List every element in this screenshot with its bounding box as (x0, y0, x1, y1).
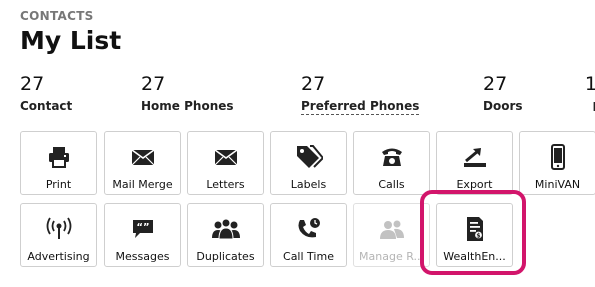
stat-label: Home Phones (141, 99, 234, 113)
duplicates-button[interactable]: Duplicates (187, 203, 264, 267)
stat-value: 27 (141, 73, 166, 95)
stat-partial-value: 1 (584, 73, 595, 95)
people-group-icon (211, 216, 241, 242)
highlight-annotation (420, 190, 526, 275)
stat-preferred-phones[interactable]: 27 Preferred Phones (301, 73, 420, 115)
chat-bubble-icon: “” (131, 216, 155, 242)
button-label: Call Time (283, 250, 334, 263)
tags-icon (295, 144, 323, 170)
button-label: Manage R... (359, 250, 424, 263)
export-button[interactable]: Export (436, 131, 513, 195)
labels-button[interactable]: Labels (270, 131, 347, 195)
printer-icon (47, 144, 71, 170)
button-label: Print (45, 178, 72, 191)
advertising-button[interactable]: Advertising (20, 203, 97, 267)
export-icon (462, 144, 488, 170)
envelope-icon (214, 144, 238, 170)
manage-r-button: Manage R... (353, 203, 430, 267)
mobile-phone-icon (550, 144, 566, 170)
stat-contact: 27 Contact (20, 73, 72, 113)
stat-home-phones: 27 Home Phones (141, 73, 234, 113)
stat-value: 27 (20, 73, 45, 95)
svg-text:“”: “” (136, 222, 149, 233)
stat-label: Doors (483, 99, 523, 113)
stat-value: 27 (301, 73, 326, 95)
envelope-icon (131, 144, 155, 170)
page-title: My List (20, 26, 122, 55)
button-label: Messages (115, 250, 170, 263)
phone-clock-icon (296, 216, 322, 242)
users-icon (378, 216, 406, 242)
mail-merge-button[interactable]: Mail Merge (104, 131, 181, 195)
broadcast-icon (46, 216, 72, 242)
button-label: Mail Merge (112, 178, 173, 191)
stat-value: 27 (483, 73, 508, 95)
telephone-icon (380, 144, 404, 170)
print-button[interactable]: Print (20, 131, 97, 195)
button-label: Duplicates (196, 250, 255, 263)
button-label: MiniVAN (534, 178, 581, 191)
call-time-button[interactable]: Call Time (270, 203, 347, 267)
stat-label: Contact (20, 99, 73, 113)
stat-label-tooltip[interactable]: Preferred Phones (301, 99, 420, 115)
letters-button[interactable]: Letters (187, 131, 264, 195)
button-label: Labels (290, 178, 327, 191)
button-label: Advertising (27, 250, 90, 263)
messages-button[interactable]: “” Messages (104, 203, 181, 267)
button-label: Calls (378, 178, 405, 191)
stat-doors: 27 Doors (483, 73, 523, 113)
calls-button[interactable]: Calls (353, 131, 430, 195)
section-label: CONTACTS (20, 9, 94, 23)
minivan-button[interactable]: MiniVAN (519, 131, 595, 195)
button-label: Letters (206, 178, 245, 191)
